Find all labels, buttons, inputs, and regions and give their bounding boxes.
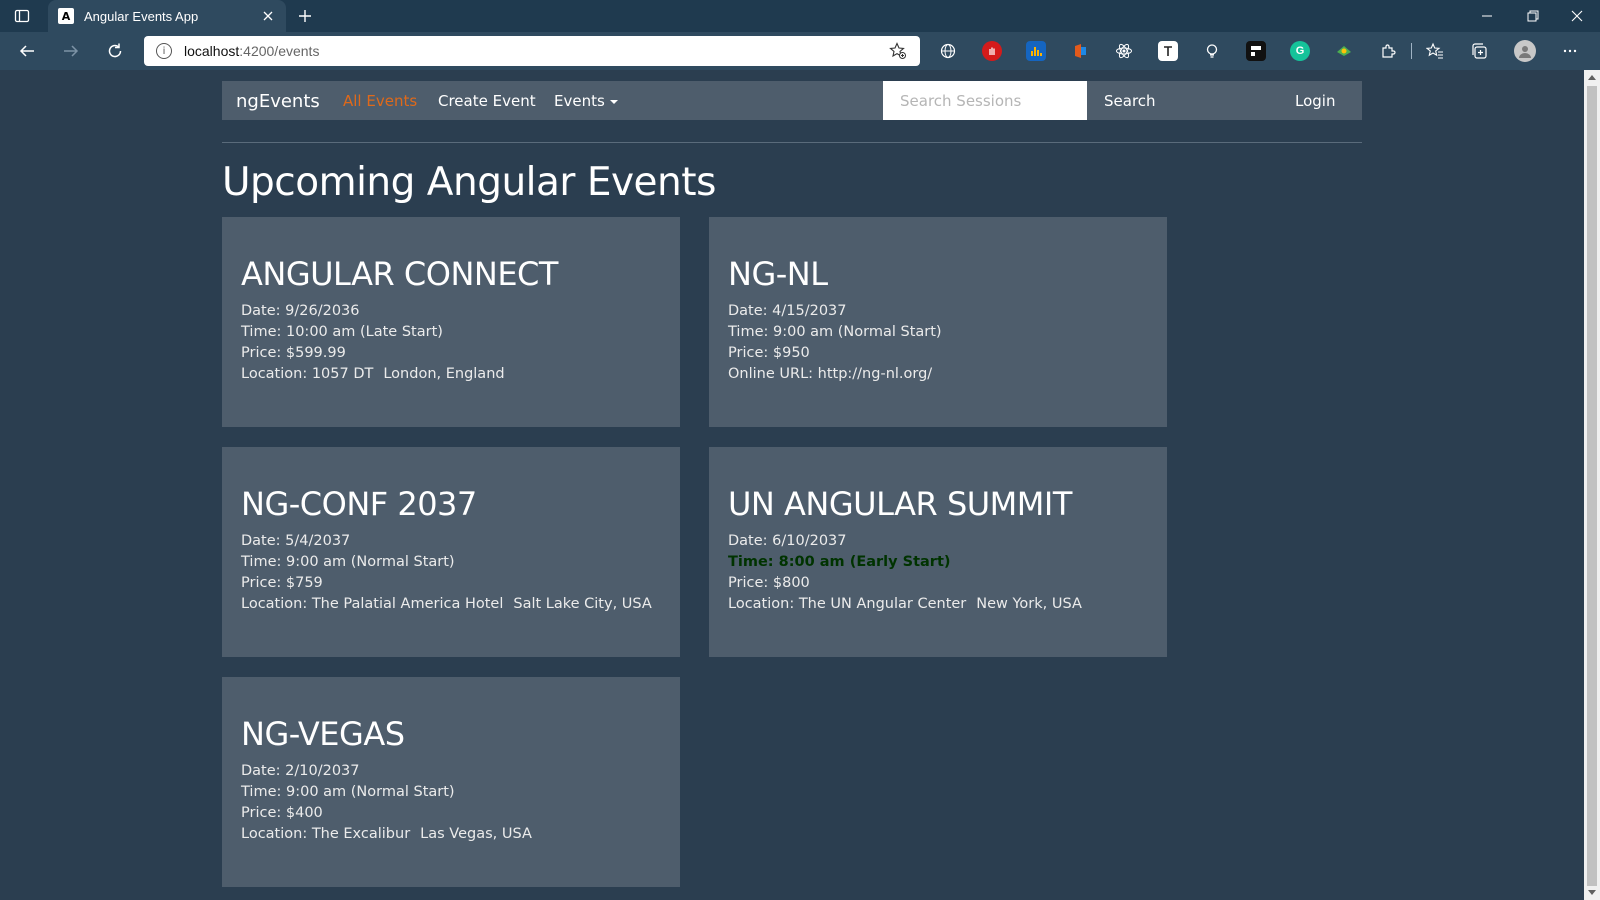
search-button[interactable]: Search <box>1104 92 1156 110</box>
search-sessions-input[interactable] <box>883 81 1087 120</box>
tab-actions-icon[interactable] <box>12 6 32 26</box>
profile-avatar-icon[interactable] <box>1514 40 1536 62</box>
collections-icon[interactable] <box>1469 41 1489 61</box>
event-time: Time: 9:00 am (Normal Start) <box>241 784 455 800</box>
reader-extension-icon[interactable] <box>1158 41 1178 61</box>
app-navbar: ngEvents All Events Create Event Events … <box>222 81 1362 120</box>
event-location: Location: The UN Angular Center New York,… <box>728 594 1148 615</box>
react-devtools-icon[interactable] <box>1114 41 1134 61</box>
event-card[interactable]: NG-CONF 2037 Date: 5/4/2037 Time: 9:00 a… <box>222 447 680 657</box>
scroll-up-icon[interactable] <box>1588 75 1596 80</box>
event-location: Location: The Excalibur Las Vegas, USA <box>241 824 661 845</box>
event-time: Time: 10:00 am (Late Start) <box>241 324 443 340</box>
event-location-label: Location: The Palatial America Hotel <box>241 596 504 612</box>
event-date: Date: 4/15/2037 <box>728 303 847 319</box>
back-icon[interactable] <box>12 37 42 65</box>
nav-create-event[interactable]: Create Event <box>438 92 536 110</box>
nav-events-label: Events <box>554 92 605 110</box>
address-bar[interactable]: i localhost:4200/events <box>144 36 920 66</box>
page-title: Upcoming Angular Events <box>222 160 716 205</box>
more-menu-icon[interactable] <box>1560 41 1580 61</box>
event-name: ANGULAR CONNECT <box>241 255 558 293</box>
page-content: ngEvents All Events Create Event Events … <box>0 70 1584 900</box>
url-path: :4200/events <box>239 43 320 59</box>
add-favorite-icon[interactable] <box>888 41 908 61</box>
event-location-city: Las Vegas, USA <box>420 826 532 842</box>
globe-extension-icon[interactable] <box>938 41 958 61</box>
tab-title: Angular Events App <box>84 8 199 24</box>
toolbar-separator <box>1411 43 1412 59</box>
page-scrollbar[interactable] <box>1584 70 1600 900</box>
event-card[interactable]: NG-NL Date: 4/15/2037 Time: 9:00 am (Nor… <box>709 217 1167 427</box>
event-name: NG-CONF 2037 <box>241 485 477 523</box>
restore-icon[interactable] <box>1510 0 1556 32</box>
brand-link[interactable]: ngEvents <box>236 91 320 112</box>
close-tab-icon[interactable] <box>260 8 276 24</box>
scrollbar-thumb[interactable] <box>1587 86 1597 886</box>
event-price: Price: $759 <box>241 575 323 591</box>
new-tab-icon[interactable] <box>294 6 316 26</box>
browser-toolbar: i localhost:4200/events G <box>0 32 1600 70</box>
vpn-extension-icon[interactable] <box>1334 41 1354 61</box>
event-time: Time: 9:00 am (Normal Start) <box>241 554 455 570</box>
favorites-icon[interactable] <box>1425 41 1445 61</box>
event-card[interactable]: UN ANGULAR SUMMIT Date: 6/10/2037 Time: … <box>709 447 1167 657</box>
angular-favicon-icon: A <box>58 8 74 24</box>
browser-tab-bar: A Angular Events App <box>0 0 1600 32</box>
event-location-city: London, England <box>383 366 505 382</box>
event-date: Date: 5/4/2037 <box>241 533 351 549</box>
url-text[interactable]: localhost:4200/events <box>184 43 888 59</box>
event-name: NG-NL <box>728 255 828 293</box>
grammarly-icon[interactable]: G <box>1290 41 1310 61</box>
login-link[interactable]: Login <box>1295 92 1335 110</box>
event-location-city: Salt Lake City, USA <box>513 596 652 612</box>
event-location-label: Location: The UN Angular Center <box>728 596 967 612</box>
event-name: NG-VEGAS <box>241 715 405 753</box>
event-location-city: New York, USA <box>976 596 1082 612</box>
event-time: Time: 9:00 am (Normal Start) <box>728 324 942 340</box>
close-window-icon[interactable] <box>1554 0 1600 32</box>
divider <box>222 142 1362 143</box>
lightbulb-extension-icon[interactable] <box>1202 41 1222 61</box>
extensions-puzzle-icon[interactable] <box>1378 41 1398 61</box>
event-location: Location: The Palatial America Hotel Salt… <box>241 594 661 615</box>
browser-tab[interactable]: A Angular Events App <box>48 0 286 32</box>
event-online-url: Online URL: http://ng-nl.org/ <box>728 366 933 382</box>
event-price: Price: $950 <box>728 345 810 361</box>
refresh-icon[interactable] <box>100 37 130 65</box>
dark-extension-icon[interactable] <box>1246 41 1266 61</box>
event-price: Price: $400 <box>241 805 323 821</box>
event-price: Price: $800 <box>728 575 810 591</box>
forward-icon[interactable] <box>56 37 86 65</box>
site-info-icon[interactable]: i <box>156 43 172 59</box>
event-date: Date: 9/26/2036 <box>241 303 360 319</box>
event-card[interactable]: ANGULAR CONNECT Date: 9/26/2036 Time: 10… <box>222 217 680 427</box>
event-location: Location: 1057 DT London, England <box>241 364 661 385</box>
event-date: Date: 2/10/2037 <box>241 763 360 779</box>
analytics-extension-icon[interactable] <box>1026 41 1046 61</box>
nav-events-dropdown[interactable]: Events <box>554 92 618 110</box>
event-name: UN ANGULAR SUMMIT <box>728 485 1072 523</box>
event-card[interactable]: NG-VEGAS Date: 2/10/2037 Time: 9:00 am (… <box>222 677 680 887</box>
nav-all-events[interactable]: All Events <box>343 92 417 110</box>
event-price: Price: $599.99 <box>241 345 346 361</box>
caret-down-icon <box>609 99 618 104</box>
event-time-early: Time: 8:00 am (Early Start) <box>728 554 951 570</box>
minimize-icon[interactable] <box>1464 0 1510 32</box>
scroll-down-icon[interactable] <box>1588 890 1596 895</box>
hand-extension-icon[interactable] <box>982 41 1002 61</box>
office-extension-icon[interactable] <box>1070 41 1090 61</box>
event-date: Date: 6/10/2037 <box>728 533 847 549</box>
event-location-label: Location: The Excalibur <box>241 826 411 842</box>
url-host: localhost <box>184 43 240 59</box>
event-location-label: Location: 1057 DT <box>241 366 374 382</box>
